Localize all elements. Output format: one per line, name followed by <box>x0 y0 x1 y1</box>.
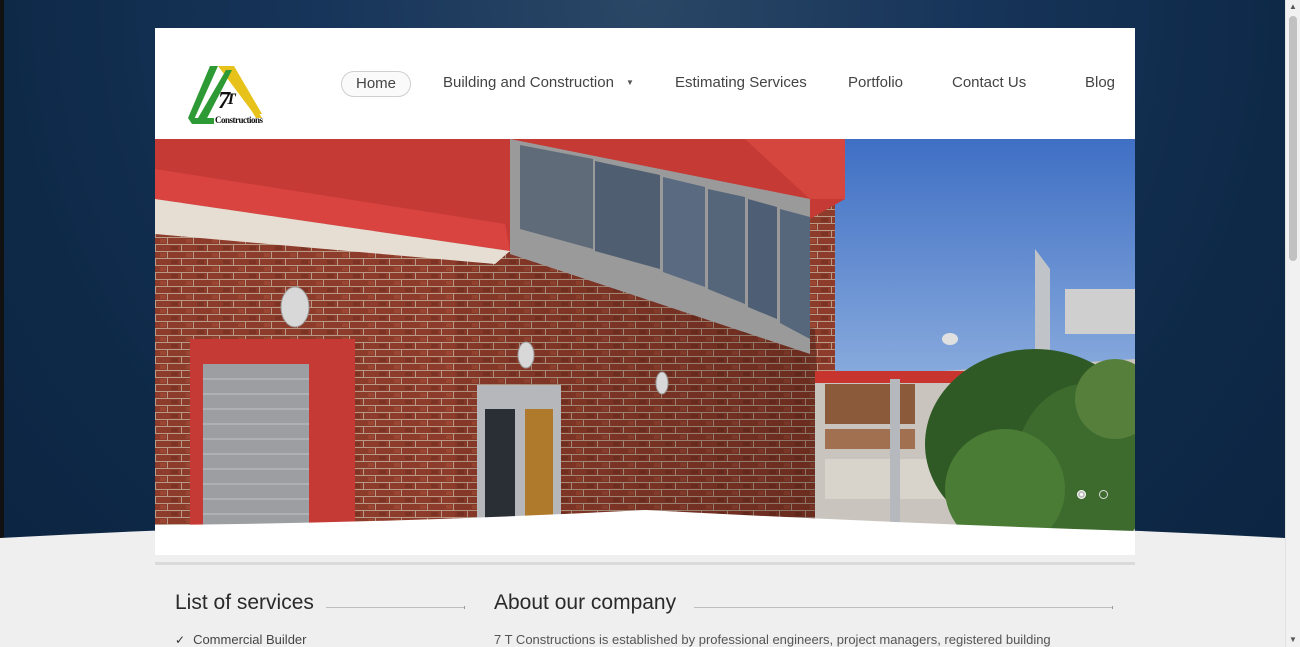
content-container: 7 T Constructions Home Building and Cons… <box>155 28 1135 555</box>
nav-item-home[interactable]: Home <box>341 71 412 97</box>
nav-item-contact-us[interactable]: Contact Us <box>952 71 1026 95</box>
scrollbar-thumb[interactable] <box>1289 16 1297 261</box>
content-shelf-divider <box>155 562 1135 565</box>
about-paragraph: 7 T Constructions is established by prof… <box>494 632 1051 647</box>
services-title-rule <box>326 606 465 609</box>
scroll-up-arrow-icon[interactable]: ▲ <box>1286 0 1300 14</box>
nav-item-estimating-services[interactable]: Estimating Services <box>675 71 807 95</box>
nav-item-portfolio[interactable]: Portfolio <box>848 71 903 95</box>
about-title-rule <box>694 606 1113 609</box>
nav-item-blog[interactable]: Blog <box>1085 71 1115 95</box>
list-item[interactable]: ✓ Commercial Builder <box>175 632 306 647</box>
nav-item-label: Portfolio <box>848 74 904 91</box>
nav-item-label: Home <box>356 75 397 92</box>
scroll-down-arrow-icon[interactable]: ▼ <box>1286 633 1300 647</box>
nav-item-building-and-construction[interactable]: Building and Construction ▼ <box>443 71 634 95</box>
slider-dot-1[interactable] <box>1077 490 1086 499</box>
checkmark-icon: ✓ <box>175 633 186 647</box>
company-logo[interactable]: 7 T Constructions <box>188 60 266 128</box>
slider-dot-2[interactable] <box>1099 490 1108 499</box>
about-section-title: About our company <box>494 591 677 614</box>
hero-slider[interactable] <box>155 139 1135 555</box>
nav-item-label: Estimating Services <box>675 74 807 91</box>
services-section-title: List of services <box>175 591 314 614</box>
page-scrollbar[interactable]: ▲ ▼ <box>1285 0 1300 647</box>
svg-text:Constructions: Constructions <box>215 115 263 125</box>
slide-image-building <box>155 139 1135 555</box>
chevron-down-icon: ▼ <box>625 78 634 87</box>
nav-item-label: Building and Construction <box>443 74 614 91</box>
service-label: Commercial Builder <box>193 632 307 647</box>
nav-item-label: Blog <box>1085 74 1116 91</box>
site-header: 7 T Constructions Home Building and Cons… <box>155 28 1135 139</box>
svg-text:T: T <box>226 91 237 108</box>
nav-item-label: Contact Us <box>952 74 1027 91</box>
